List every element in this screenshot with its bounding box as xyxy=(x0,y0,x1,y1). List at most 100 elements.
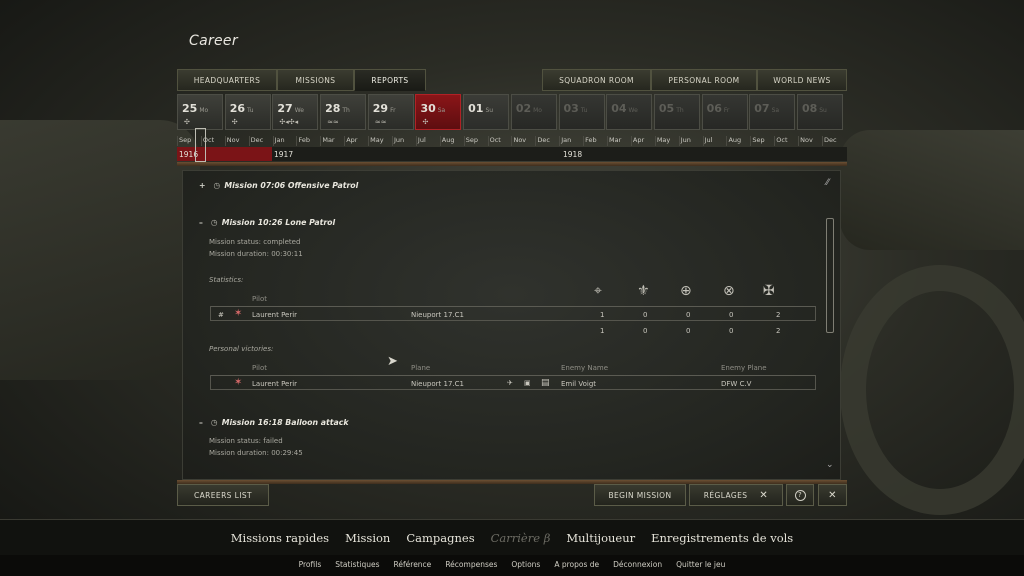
day-number: 04 xyxy=(611,102,627,115)
stat-value: 0 xyxy=(686,311,691,319)
column-header-enemy-name: Enemy Name xyxy=(561,364,609,372)
mission-marker-icon: ✣ xyxy=(184,118,190,126)
close-button[interactable]: ✕ xyxy=(818,484,847,506)
scroll-down-icon[interactable]: ⌄ xyxy=(826,460,834,470)
nav-profiles[interactable]: Profils xyxy=(299,560,322,569)
plane-icon: ✈ xyxy=(507,379,513,387)
nav-about[interactable]: A propos de xyxy=(554,560,599,569)
tab-reports[interactable]: REPORTS xyxy=(354,69,426,91)
tab-personal-room[interactable]: PERSONAL ROOM xyxy=(651,69,757,91)
nav-multiplayer[interactable]: Multijoueur xyxy=(566,531,635,545)
nav-mission[interactable]: Mission xyxy=(345,531,390,545)
tab-headquarters[interactable]: HEADQUARTERS xyxy=(177,69,277,91)
plane-name: Nieuport 17.C1 xyxy=(411,311,464,319)
day-number: 03 xyxy=(563,102,579,115)
nav-logout[interactable]: Déconnexion xyxy=(613,560,662,569)
day-weekday: Mo xyxy=(533,107,542,114)
timeline-month: Dec xyxy=(248,136,273,146)
map-icon: ▣ xyxy=(524,379,531,387)
total-value: 0 xyxy=(643,327,648,335)
mission-duration: Mission duration: 00:29:45 xyxy=(209,449,303,457)
day-number: 27 xyxy=(277,102,293,115)
collapse-icon[interactable]: – xyxy=(199,418,203,427)
day-weekday: Fr xyxy=(723,107,730,114)
day-weekday: Th xyxy=(676,107,684,114)
nav-options[interactable]: Options xyxy=(511,560,540,569)
enemy-name: Emil Voigt xyxy=(561,380,597,388)
mission-marker-icon: ≈≈ xyxy=(327,118,339,126)
tabs-left: HEADQUARTERS MISSIONS REPORTS xyxy=(177,69,426,91)
background-aircraft-wing xyxy=(0,120,200,380)
timeline-month: Feb xyxy=(583,136,607,146)
day-weekday: We xyxy=(628,107,638,114)
calendar-day[interactable]: 07 Sa xyxy=(749,94,796,130)
mission-title: Mission 16:18 Balloon attack xyxy=(221,418,349,427)
background-aircraft-wheel xyxy=(840,265,1024,515)
day-weekday: Mo xyxy=(199,107,209,114)
timeline-years: 1916 1917 1918 xyxy=(177,147,847,161)
help-button[interactable]: ? xyxy=(786,484,814,506)
total-value: 0 xyxy=(686,327,691,335)
day-weekday: We xyxy=(294,107,304,114)
calendar-day[interactable]: 30 Sa ✣ xyxy=(415,94,462,130)
nav-quick-missions[interactable]: Missions rapides xyxy=(231,531,329,545)
settings-button[interactable]: RÉGLAGES ✕ xyxy=(689,484,783,506)
day-number: 07 xyxy=(754,102,770,115)
nav-reference[interactable]: Référence xyxy=(394,560,432,569)
nav-career[interactable]: Carrière β xyxy=(491,531,551,545)
timeline-month: Dec xyxy=(822,136,846,146)
calendar-day[interactable]: 04 We xyxy=(606,94,653,130)
scroll-up-icon[interactable]: ⁄⁄ xyxy=(826,178,829,188)
calendar-day[interactable]: 27 We ✣◂✣◂ xyxy=(272,94,319,130)
day-weekday: Sa xyxy=(771,107,780,114)
nav-statistics[interactable]: Statistiques xyxy=(335,560,379,569)
clock-icon: ◷ xyxy=(213,181,221,190)
calendar-day[interactable]: 01 Su xyxy=(463,94,510,130)
timeline-month: Mar xyxy=(320,136,344,146)
calendar-day[interactable]: 25 Mo ✣ xyxy=(177,94,223,130)
timeline-month: Aug xyxy=(439,136,464,146)
day-weekday: Su xyxy=(819,107,827,114)
timeline-month: Nov xyxy=(224,136,249,146)
pilot-name: Laurent Perir xyxy=(252,311,298,319)
document-icon: ▤ xyxy=(541,378,550,388)
mission-header[interactable]: – ◷ Mission 16:18 Balloon attack xyxy=(199,418,349,427)
nav-flight-records[interactable]: Enregistrements de vols xyxy=(651,531,793,545)
help-icon: ? xyxy=(794,489,806,501)
calendar-day[interactable]: 08 Su xyxy=(796,94,843,130)
mission-header[interactable]: – ◷ Mission 10:26 Lone Patrol xyxy=(199,218,335,227)
tab-world-news[interactable]: WORLD NEWS xyxy=(757,69,847,91)
calendar-day[interactable]: 02 Mo xyxy=(510,94,557,130)
clock-icon: ◷ xyxy=(210,218,218,227)
day-weekday: Tu xyxy=(580,107,588,114)
tab-missions[interactable]: MISSIONS xyxy=(277,69,354,91)
table-row[interactable] xyxy=(210,306,816,321)
timeline-month: Jan xyxy=(559,136,583,146)
target-medal-icon: ⊕ xyxy=(680,283,692,299)
reports-panel xyxy=(182,170,841,480)
timeline-cursor[interactable] xyxy=(195,128,206,162)
begin-mission-button[interactable]: BEGIN MISSION xyxy=(594,484,686,506)
calendar-day[interactable]: 28 Th ≈≈ xyxy=(320,94,367,130)
nav-quit[interactable]: Quitter le jeu xyxy=(676,560,725,569)
expand-icon[interactable]: + xyxy=(199,181,206,190)
calendar-day[interactable]: 06 Fr xyxy=(701,94,748,130)
nav-campaigns[interactable]: Campagnes xyxy=(406,531,474,545)
tab-squadron-room[interactable]: SQUADRON ROOM xyxy=(542,69,651,91)
nav-rewards[interactable]: Récompenses xyxy=(445,560,497,569)
collapse-icon[interactable]: – xyxy=(199,218,203,227)
mission-status: Mission status: completed xyxy=(209,238,301,246)
panel-top-rail xyxy=(177,162,847,166)
timeline-month: Apr xyxy=(344,136,368,146)
day-number: 30 xyxy=(420,102,436,115)
careers-list-button[interactable]: CAREERS LIST xyxy=(177,484,269,506)
calendar-day[interactable]: 03 Tu xyxy=(558,94,605,130)
timeline-month: Sep xyxy=(750,136,774,146)
calendar-day[interactable]: 29 Fr ≈≈ xyxy=(367,94,414,130)
mission-status: Mission status: failed xyxy=(209,437,283,445)
timeline-month: Jul xyxy=(702,136,727,146)
scrollbar[interactable] xyxy=(826,218,834,333)
calendar-day[interactable]: 26 Tu ✣ xyxy=(224,94,271,130)
calendar-day[interactable]: 05 Th xyxy=(653,94,700,130)
mission-header[interactable]: + ◷ Mission 07:06 Offensive Patrol xyxy=(199,181,358,190)
